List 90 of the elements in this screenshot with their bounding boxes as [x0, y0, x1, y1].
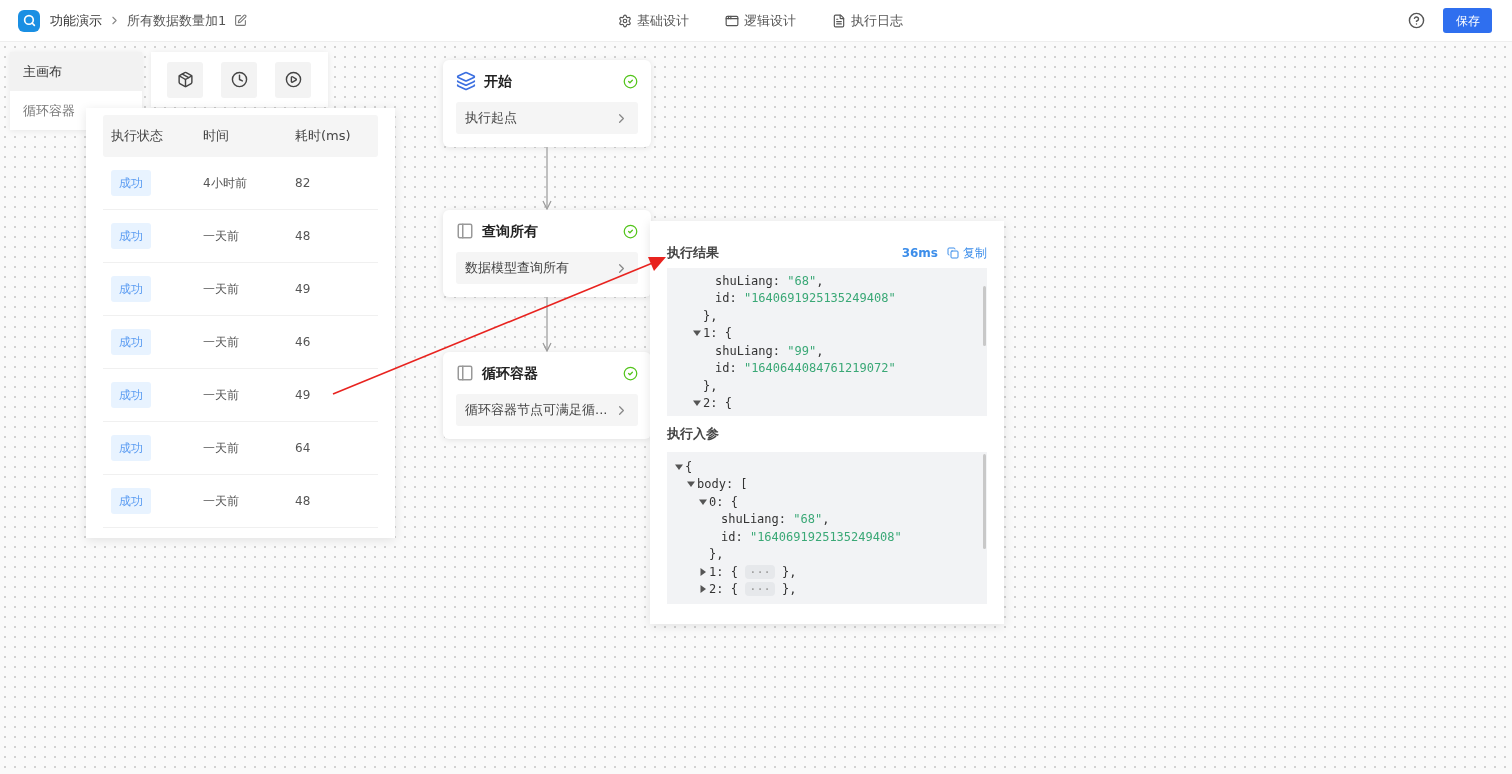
duration-cell-text: 49: [295, 281, 312, 298]
node-detail-row[interactable]: 循环容器节点可满足循...: [456, 394, 638, 426]
duration-cell-text: 48: [295, 228, 312, 245]
flow-node[interactable]: 查询所有 数据模型查询所有: [443, 210, 651, 297]
status-tag: 成功: [111, 488, 151, 514]
code-text: shuLiang: "68",: [721, 511, 830, 529]
code-text: {: [685, 458, 693, 476]
time-cell-text: 一天前: [203, 440, 240, 457]
code-text: 2: { ··· },: [709, 581, 797, 599]
toolbar-button[interactable]: [167, 61, 203, 98]
column-header: 耗时(ms): [295, 127, 352, 146]
connector-arrow: [542, 297, 552, 352]
play-icon: [284, 71, 302, 88]
code-text: shuLiang: "68",: [715, 272, 824, 290]
time-cell-text: 一天前: [203, 281, 240, 298]
copy-icon: [947, 247, 959, 259]
code-text: shuLiang: "99",: [715, 342, 824, 360]
code-text: 1: { ··· },: [709, 563, 797, 581]
code-text: body: [: [697, 476, 748, 494]
logo-icon: [18, 9, 40, 32]
gear-icon: [618, 14, 632, 28]
status-tag: 成功: [111, 329, 151, 355]
panel-icon: [456, 222, 474, 240]
duration-cell-text: 48: [295, 493, 312, 510]
status-tag: 成功: [111, 170, 151, 196]
scrollbar[interactable]: [983, 286, 986, 346]
code-text: 0: {: [709, 493, 738, 511]
code-text: },: [703, 377, 718, 395]
toggle-icon[interactable]: [699, 497, 707, 506]
code-text: },: [709, 546, 724, 564]
code-text: id: "1640691925135249408": [715, 290, 896, 308]
toggle-icon[interactable]: [699, 567, 707, 576]
node-detail: 数据模型查询所有: [465, 259, 569, 278]
flow-node[interactable]: 开始 执行起点: [443, 60, 651, 147]
page-title: 所有数据数量加1: [127, 11, 227, 30]
time-cell-text: 一天前: [203, 334, 240, 351]
save-button[interactable]: 保存: [1443, 8, 1492, 33]
scrollbar[interactable]: [983, 454, 986, 549]
node-detail: 循环容器节点可满足循...: [465, 401, 608, 420]
toolbar-button[interactable]: [275, 61, 311, 98]
toggle-icon[interactable]: [675, 462, 683, 471]
tab[interactable]: 执行日志: [832, 0, 903, 42]
code-text: 2: {: [703, 395, 732, 413]
toolbar-button[interactable]: [221, 61, 257, 98]
node-title: 查询所有: [482, 221, 538, 241]
duration-cell-text: 64: [295, 440, 312, 457]
column-header: 执行状态: [111, 127, 164, 146]
section-title: 执行结果: [667, 244, 719, 263]
toggle-icon[interactable]: [687, 480, 695, 489]
tab[interactable]: 基础设计: [618, 0, 689, 42]
node-detail-row[interactable]: 数据模型查询所有: [456, 252, 638, 284]
tab[interactable]: 逻辑设计: [725, 0, 796, 42]
duration-cell-text: 46: [295, 334, 312, 351]
edit-icon[interactable]: [234, 14, 248, 27]
code-text: id: "1640644084761219072": [715, 360, 896, 378]
app-name[interactable]: 功能演示: [50, 10, 102, 31]
node-detail-row[interactable]: 执行起点: [456, 102, 638, 134]
time-cell-text: 4小时前: [203, 175, 248, 192]
node-detail: 执行起点: [465, 109, 517, 128]
status-tag: 成功: [111, 382, 151, 408]
code-text: id: "1640691925135249408": [721, 528, 902, 546]
node-title: 循环容器: [482, 363, 538, 383]
toggle-icon[interactable]: [693, 329, 701, 338]
toggle-icon[interactable]: [693, 399, 701, 408]
time-cell-text: 一天前: [203, 228, 240, 245]
status-tag: 成功: [111, 435, 151, 461]
copy-button[interactable]: 复制: [947, 244, 987, 262]
status-tag: 成功: [111, 223, 151, 249]
document-icon: [832, 14, 846, 28]
code-text: 1: {: [703, 325, 732, 343]
package-icon: [176, 71, 194, 88]
connector-arrow: [542, 147, 552, 210]
time-cell-text: 一天前: [203, 387, 240, 404]
section-title: 执行入参: [667, 425, 720, 443]
window-icon: [725, 14, 739, 28]
node-title: 开始: [484, 71, 512, 91]
layer-tab[interactable]: 主画布: [10, 52, 142, 91]
code-text: },: [703, 307, 718, 325]
duration-label: 36ms: [901, 245, 938, 262]
column-header: 时间: [203, 127, 230, 146]
toggle-icon[interactable]: [699, 585, 707, 594]
duration-cell-text: 82: [295, 175, 312, 192]
flow-node[interactable]: 循环容器 循环容器节点可满足循...: [443, 352, 651, 439]
time-cell-text: 一天前: [203, 493, 240, 510]
status-tag: 成功: [111, 276, 151, 302]
panel-icon: [456, 364, 474, 382]
clock-icon: [230, 71, 248, 88]
layers-icon: [456, 71, 476, 91]
help-icon[interactable]: [1408, 12, 1425, 29]
duration-cell-text: 49: [295, 387, 312, 404]
